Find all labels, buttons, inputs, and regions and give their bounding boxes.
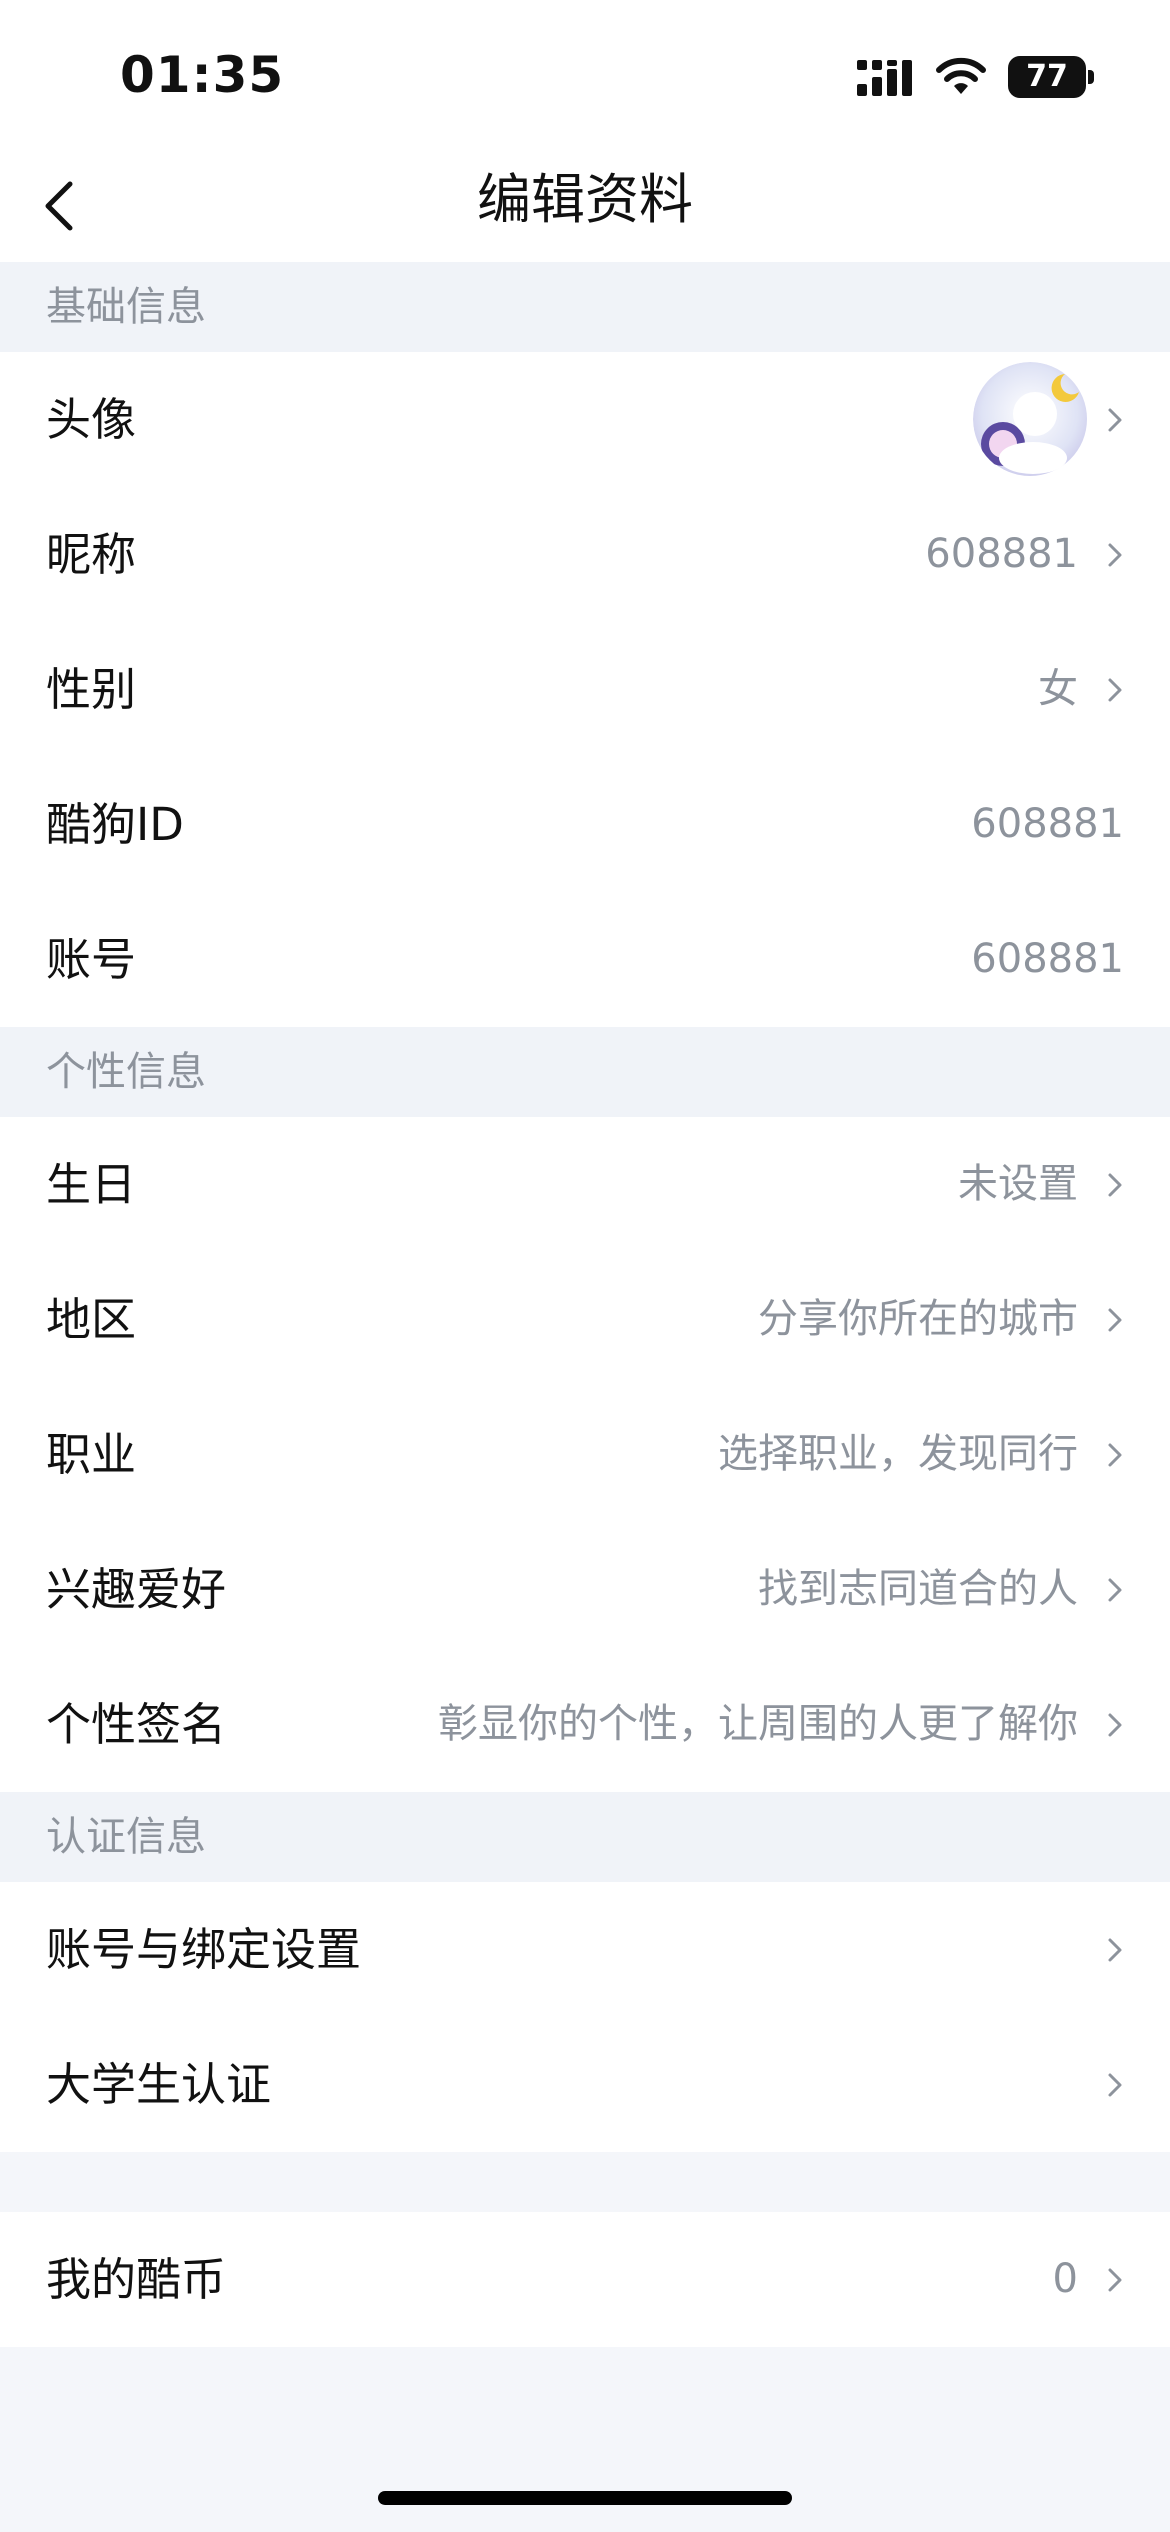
row-label-occupation: 职业 bbox=[46, 1428, 137, 1481]
group-coins: 我的酷币 0 bbox=[0, 2212, 1170, 2347]
status-time: 01:35 bbox=[120, 46, 285, 104]
row-account: 账号 608881 bbox=[0, 892, 1170, 1027]
row-coins[interactable]: 我的酷币 0 bbox=[0, 2212, 1170, 2347]
row-value-occupation: 选择职业，发现同行 bbox=[718, 1431, 1078, 1477]
back-chevron-icon[interactable] bbox=[28, 170, 100, 242]
row-occupation[interactable]: 职业 选择职业，发现同行 bbox=[0, 1387, 1170, 1522]
row-label-student-verification: 大学生认证 bbox=[46, 2058, 272, 2111]
row-value-hobbies: 找到志同道合的人 bbox=[758, 1566, 1078, 1612]
row-value-coins: 0 bbox=[1052, 2256, 1078, 2302]
chevron-right-icon bbox=[1108, 1713, 1122, 1737]
row-label-account: 账号 bbox=[46, 933, 137, 986]
section-header-verification: 认证信息 bbox=[0, 1792, 1170, 1882]
group-verification: 账号与绑定设置 大学生认证 bbox=[0, 1882, 1170, 2152]
chevron-right-icon bbox=[1108, 1578, 1122, 1602]
nav-bar: 编辑资料 bbox=[0, 150, 1170, 262]
chevron-right-icon bbox=[1108, 1173, 1122, 1197]
row-value-nickname: 608881 bbox=[925, 531, 1078, 577]
row-value-signature: 彰显你的个性，让周围的人更了解你 bbox=[438, 1701, 1078, 1747]
chevron-right-icon bbox=[1108, 543, 1122, 567]
group-basic: 头像 昵称 608881 性别 女 酷狗ID 608881 账号 608881 bbox=[0, 352, 1170, 1027]
row-label-nickname: 昵称 bbox=[46, 528, 137, 581]
status-bar: 01:35 77 bbox=[0, 0, 1170, 150]
row-student-verification[interactable]: 大学生认证 bbox=[0, 2017, 1170, 2152]
chevron-right-icon bbox=[1108, 2268, 1122, 2292]
row-label-region: 地区 bbox=[46, 1293, 137, 1346]
chevron-right-icon bbox=[1108, 1938, 1122, 1962]
row-label-gender: 性别 bbox=[46, 663, 137, 716]
chevron-right-icon bbox=[1108, 2073, 1122, 2097]
row-value-account: 608881 bbox=[971, 936, 1124, 982]
row-value-kugou-id: 608881 bbox=[971, 801, 1124, 847]
row-kugou-id: 酷狗ID 608881 bbox=[0, 757, 1170, 892]
row-label-account-binding: 账号与绑定设置 bbox=[46, 1923, 362, 1976]
battery-tip bbox=[1088, 70, 1094, 84]
home-indicator bbox=[378, 2491, 792, 2505]
row-account-binding[interactable]: 账号与绑定设置 bbox=[0, 1882, 1170, 2017]
page-title: 编辑资料 bbox=[477, 168, 693, 231]
row-signature[interactable]: 个性签名 彰显你的个性，让周围的人更了解你 bbox=[0, 1657, 1170, 1792]
row-label-coins: 我的酷币 bbox=[46, 2253, 227, 2306]
row-label-signature: 个性签名 bbox=[46, 1698, 227, 1751]
section-header-personal: 个性信息 bbox=[0, 1027, 1170, 1117]
row-birthday[interactable]: 生日 未设置 bbox=[0, 1117, 1170, 1252]
row-gender[interactable]: 性别 女 bbox=[0, 622, 1170, 757]
row-value-birthday: 未设置 bbox=[958, 1161, 1078, 1207]
section-header-basic: 基础信息 bbox=[0, 262, 1170, 352]
row-value-gender: 女 bbox=[1038, 666, 1078, 712]
row-label-avatar: 头像 bbox=[46, 393, 137, 446]
cellular-signal-icon bbox=[857, 60, 912, 96]
avatar bbox=[973, 362, 1087, 476]
row-label-kugou-id: 酷狗ID bbox=[46, 798, 184, 851]
group-personal: 生日 未设置 地区 分享你所在的城市 职业 选择职业，发现同行 兴趣爱好 找到志… bbox=[0, 1117, 1170, 1792]
battery-icon: 77 bbox=[1008, 56, 1086, 98]
row-label-hobbies: 兴趣爱好 bbox=[46, 1563, 227, 1616]
chevron-right-icon bbox=[1108, 408, 1122, 432]
wifi-icon bbox=[936, 57, 986, 94]
row-nickname[interactable]: 昵称 608881 bbox=[0, 487, 1170, 622]
row-avatar[interactable]: 头像 bbox=[0, 352, 1170, 487]
row-hobbies[interactable]: 兴趣爱好 找到志同道合的人 bbox=[0, 1522, 1170, 1657]
chevron-right-icon bbox=[1108, 1443, 1122, 1467]
row-value-region: 分享你所在的城市 bbox=[758, 1296, 1078, 1342]
chevron-right-icon bbox=[1108, 678, 1122, 702]
row-region[interactable]: 地区 分享你所在的城市 bbox=[0, 1252, 1170, 1387]
chevron-right-icon bbox=[1108, 1308, 1122, 1332]
row-label-birthday: 生日 bbox=[46, 1158, 137, 1211]
